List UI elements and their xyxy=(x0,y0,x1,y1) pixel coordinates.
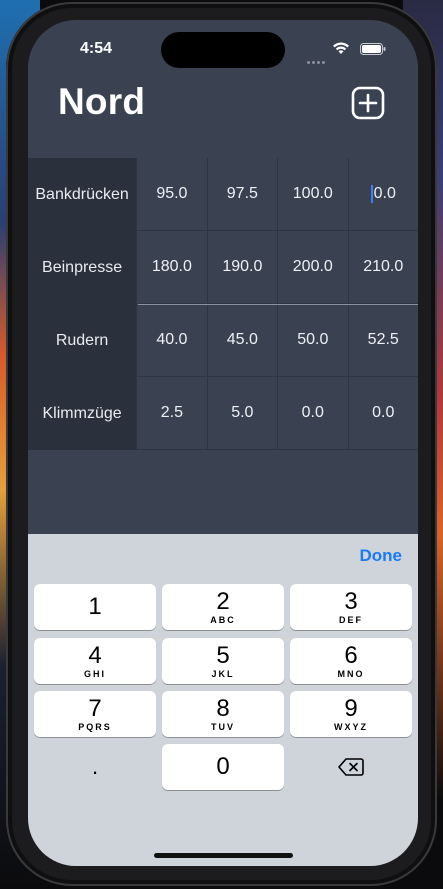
table-row: Rudern 40.0 45.0 50.0 52.5 xyxy=(28,304,418,377)
key-digit: 2 xyxy=(216,587,230,615)
key-letters: WXYZ xyxy=(334,721,368,732)
value-cell[interactable]: 0.0 xyxy=(277,377,348,450)
key-digit: 4 xyxy=(88,641,102,669)
key-decimal-label: . xyxy=(91,754,99,779)
key-letters: TUV xyxy=(211,721,235,732)
value-cell[interactable]: 190.0 xyxy=(206,231,278,304)
status-bar: 4:54 xyxy=(28,20,418,70)
key-digit: 6 xyxy=(344,641,358,669)
key-decimal[interactable]: . xyxy=(34,744,156,790)
key-8[interactable]: 8 TUV xyxy=(162,691,284,737)
value-cell-focused[interactable]: 0.0 xyxy=(347,158,418,231)
key-0[interactable]: 0 xyxy=(162,744,284,790)
value-cell[interactable]: 5.0 xyxy=(206,377,278,450)
value-cell[interactable]: 52.5 xyxy=(347,304,418,377)
backspace-icon xyxy=(338,758,364,776)
numeric-keyboard: Done 1 2 ABC 3 DEF 4 GHI 5 JKL 6 MNO 7 P… xyxy=(28,534,418,866)
key-digit: 1 xyxy=(88,592,102,620)
table-row: Beinpresse 180.0 190.0 200.0 210.0 xyxy=(28,231,418,304)
value-cell[interactable]: 40.0 xyxy=(136,304,207,377)
add-button[interactable] xyxy=(351,86,385,120)
value-cell-text: 0.0 xyxy=(373,185,396,202)
key-6[interactable]: 6 MNO xyxy=(290,638,412,684)
cellular-signal-icon xyxy=(307,49,327,68)
key-letters: GHI xyxy=(83,668,106,679)
value-cell[interactable]: 100.0 xyxy=(277,158,348,231)
value-cell[interactable]: 210.0 xyxy=(347,231,418,304)
row-label: Bankdrücken xyxy=(28,158,137,231)
key-4[interactable]: 4 GHI xyxy=(34,638,156,684)
value-cell[interactable]: 180.0 xyxy=(136,231,207,304)
value-cell[interactable]: 95.0 xyxy=(136,158,207,231)
value-cell[interactable]: 97.5 xyxy=(206,158,278,231)
battery-icon xyxy=(360,43,386,55)
key-digit: 8 xyxy=(216,694,230,722)
app-screen: 4:54 Nord Bankdrücken 95.0 97.5 100.0 0.… xyxy=(28,20,418,866)
value-cell[interactable]: 50.0 xyxy=(277,304,348,377)
key-digit: 9 xyxy=(344,694,358,722)
key-letters: PQRS xyxy=(78,721,112,732)
key-2[interactable]: 2 ABC xyxy=(162,584,284,630)
key-digit: 5 xyxy=(216,641,230,669)
wifi-icon xyxy=(333,42,349,54)
row-label: Beinpresse xyxy=(28,231,137,304)
table-row: Bankdrücken 95.0 97.5 100.0 0.0 xyxy=(28,158,418,231)
row-label: Rudern xyxy=(28,304,137,377)
key-3[interactable]: 3 DEF xyxy=(290,584,412,630)
value-cell[interactable]: 2.5 xyxy=(136,377,207,450)
key-5[interactable]: 5 JKL xyxy=(162,638,284,684)
key-1[interactable]: 1 xyxy=(34,584,156,630)
table-row: Klimmzüge 2.5 5.0 0.0 0.0 xyxy=(28,377,418,450)
key-digit: 3 xyxy=(344,587,358,615)
key-digit: 7 xyxy=(88,694,102,722)
key-letters: ABC xyxy=(210,614,236,625)
key-letters: MNO xyxy=(337,668,365,679)
status-time: 4:54 xyxy=(80,40,113,57)
done-button[interactable]: Done xyxy=(360,546,403,566)
value-cell[interactable]: 0.0 xyxy=(347,377,418,450)
key-letters: DEF xyxy=(339,614,363,625)
value-cell[interactable]: 200.0 xyxy=(277,231,348,304)
key-9[interactable]: 9 WXYZ xyxy=(290,691,412,737)
page-title: Nord xyxy=(58,81,146,122)
home-indicator xyxy=(154,853,293,858)
row-divider xyxy=(138,304,418,305)
dynamic-island xyxy=(161,32,285,68)
value-cell[interactable]: 45.0 xyxy=(206,304,278,377)
key-digit: 0 xyxy=(216,753,230,780)
row-label: Klimmzüge xyxy=(28,377,137,450)
delete-key[interactable] xyxy=(290,744,412,790)
key-7[interactable]: 7 PQRS xyxy=(34,691,156,737)
text-caret xyxy=(370,185,373,203)
key-letters: JKL xyxy=(211,668,235,679)
